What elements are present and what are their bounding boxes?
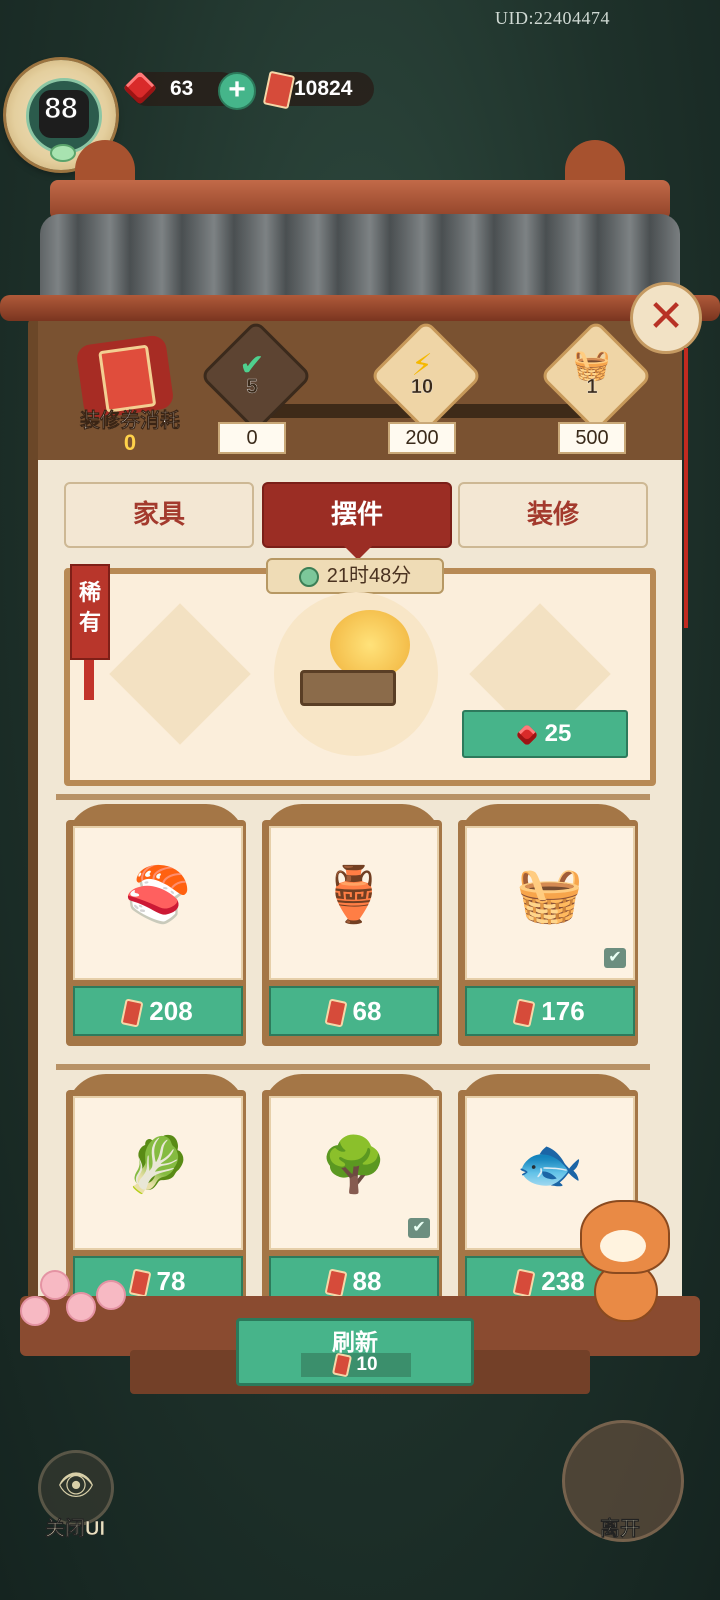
owned-check-icon: ✔ [604, 948, 626, 968]
item-price: 176 [541, 996, 585, 1026]
item-price: 208 [149, 996, 193, 1026]
tab-decoration[interactable]: 装修 [458, 482, 648, 548]
timer-text: 21时48分 [326, 565, 412, 587]
tab-furniture[interactable]: 家具 [64, 482, 254, 548]
featured-price: 25 [544, 720, 572, 747]
leave-label: 离开 [600, 1518, 641, 1541]
milestone-threshold-1: 0 [218, 422, 286, 454]
level-number: 88 [44, 92, 78, 126]
ticket-icon [120, 998, 144, 1028]
milestone-count-2: 10 [410, 376, 434, 398]
buy-button-2[interactable]: 68 [269, 986, 439, 1036]
blossom-decoration [96, 1280, 126, 1310]
featured-buy-button[interactable]: 25 [462, 710, 628, 758]
milestone-threshold-2: 200 [388, 422, 456, 454]
milestone-threshold-3: 500 [558, 422, 626, 454]
item-price: 68 [352, 996, 382, 1026]
buy-button-1[interactable]: 208 [73, 986, 243, 1036]
ticket-count: 10824 [294, 77, 353, 100]
leaf-icon [50, 144, 76, 162]
owned-check-icon: ✔ [408, 1218, 430, 1238]
eye-icon: 👁 [56, 1469, 96, 1502]
shopkeeper-cat-mascot [570, 1190, 680, 1322]
cost-value: 0 [123, 430, 137, 455]
shelf-rail [56, 794, 650, 800]
blossom-decoration [66, 1292, 96, 1322]
blossom-decoration [20, 1296, 50, 1326]
ticket-icon [512, 998, 536, 1028]
refresh-label: 刷新 [332, 1329, 378, 1355]
ticket-icon [324, 1268, 348, 1298]
tassel-decoration [84, 660, 94, 700]
bonsai-books-icon: 🌳 [320, 1135, 388, 1195]
refresh-button[interactable]: 刷新 10 [236, 1318, 474, 1386]
item-price: 88 [352, 1266, 382, 1296]
gem-icon [123, 71, 157, 105]
uid-label: UID:22404474 [495, 8, 610, 28]
ticket-icon [512, 1268, 536, 1298]
add-gems-button[interactable]: + [218, 72, 256, 110]
vegetable-basket-icon: 🥬 [124, 1135, 192, 1195]
goldfish-icon: 🐟 [516, 1135, 584, 1195]
milestone-count-1: 5 [246, 376, 258, 398]
tab-ornaments[interactable]: 摆件 [262, 482, 452, 548]
gem-icon [515, 723, 538, 746]
item-price: 78 [156, 1266, 186, 1296]
fruit-basket-icon: 🧺 [516, 865, 584, 925]
milestone-count-3: 1 [586, 376, 598, 398]
roof-tiles [40, 214, 680, 304]
ticket-icon [324, 998, 348, 1028]
ticket-icon [332, 1352, 353, 1378]
ticket-counter: 10824 [262, 70, 374, 110]
refresh-cost: 10 [301, 1352, 411, 1378]
ticket-icon [128, 1268, 152, 1298]
cost-label: 装修券消耗 [80, 410, 181, 433]
refresh-timer: 21时48分 [266, 558, 444, 594]
shelf-rail [56, 1064, 650, 1070]
plant-vase-icon: 🏺 [320, 865, 388, 925]
close-button[interactable]: ✕ [630, 282, 702, 354]
gem-count: 63 [170, 77, 194, 100]
clock-icon [298, 566, 319, 587]
buy-button-3[interactable]: 176 [465, 986, 635, 1036]
red-cord-decoration [684, 348, 688, 628]
bonsai-pot [300, 670, 396, 706]
rarity-banner: 稀有 [70, 564, 110, 660]
refresh-cost-value: 10 [356, 1354, 378, 1375]
blossom-decoration [40, 1270, 70, 1300]
koi-dish-icon: 🍣 [124, 865, 192, 925]
roof-eave [0, 295, 720, 321]
ticket-icon [262, 70, 296, 110]
hide-ui-label: 关闭UI [45, 1518, 106, 1541]
